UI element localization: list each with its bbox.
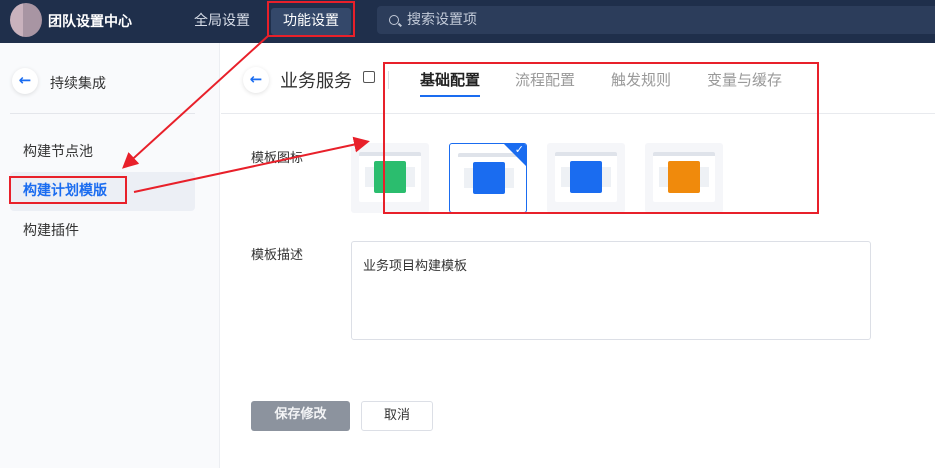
divider [10,113,195,114]
tab-flow-config[interactable]: 流程配置 [515,69,575,90]
icon-label: 模板图标 [251,151,304,166]
page-title: 业务服务 [280,71,352,92]
search-icon [389,15,399,25]
nav-global-settings[interactable]: 全局设置 [182,8,262,35]
check-icon: ✓ [514,143,524,156]
sidebar: ← 持续集成 构建节点池 构建计划模版 构建插件 [0,43,220,468]
tab-variables-cache[interactable]: 变量与缓存 [707,69,782,90]
search-placeholder: 搜索设置项 [407,12,477,28]
edit-icon[interactable] [363,71,375,83]
template-icon-option-clover[interactable] [351,143,429,213]
divider [388,71,389,89]
sidebar-title: 持续集成 [50,76,106,92]
app-title: 团队设置中心 [48,14,132,30]
sidebar-item-build-node-pool[interactable]: 构建节点池 [10,133,195,172]
template-icon-option-user[interactable]: ✓ [449,143,527,213]
arrow-left-icon: ← [18,71,32,89]
team-logo [10,3,42,37]
top-header: 团队设置中心 全局设置 功能设置 搜索设置项 [0,0,935,43]
arrow-left-icon: ← [249,70,263,88]
clover-icon [374,161,406,193]
description-label: 模板描述 [251,248,304,263]
tab-basic-config[interactable]: 基础配置 [420,69,481,97]
description-textarea[interactable]: 业务项目构建模板 [351,241,871,340]
sidebar-item-build-plugins[interactable]: 构建插件 [10,212,195,251]
divider [221,113,935,114]
main-panel: ← 业务服务 基础配置 流程配置 触发规则 变量与缓存 模板图标 ✓ 模板描述 … [221,43,935,468]
sidebar-item-build-plan-template[interactable]: 构建计划模版 [10,172,195,211]
search-input[interactable]: 搜索设置项 [377,6,935,34]
tab-trigger-rules[interactable]: 触发规则 [611,69,671,90]
user-icon [473,162,505,194]
main-back-button[interactable]: ← [243,67,269,93]
template-icon-option-document[interactable] [645,143,723,213]
document-icon [668,161,700,193]
template-icon-option-layers[interactable] [547,143,625,213]
sidebar-back-button[interactable]: ← [12,68,38,94]
save-button[interactable]: 保存修改 [251,401,350,431]
layers-icon [570,161,602,193]
nav-feature-settings[interactable]: 功能设置 [271,8,351,35]
cancel-button[interactable]: 取消 [361,401,433,431]
